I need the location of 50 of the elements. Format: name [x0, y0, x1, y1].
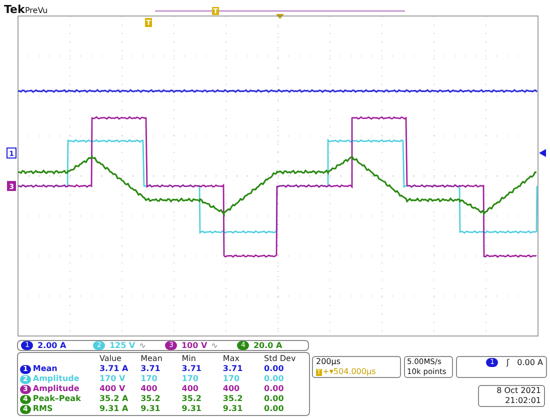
table-cell-text: 400 [222, 384, 241, 394]
table-cell-text: 3.71 [140, 364, 162, 374]
table-cell-text: 9.31 [222, 404, 244, 414]
measurement-type: Peak–Peak [32, 394, 81, 404]
column-header: Min [182, 354, 197, 364]
trigger-level-icon [539, 149, 546, 157]
table-cell-text: 35.2 [140, 394, 162, 404]
measurement-type: Mean [32, 364, 58, 374]
table-cell-text: 3.71 [222, 364, 244, 374]
column-header: Value [99, 354, 122, 364]
channel-scale: 100 V [181, 341, 208, 350]
trigger-level: 0.00 A [517, 358, 543, 368]
table-cell-text: 9.31 A [99, 404, 130, 414]
channel-scale: 125 V [109, 341, 136, 350]
table-cell-text: 170 [140, 374, 158, 384]
table-cell-text: 400 [140, 384, 158, 394]
table-cell-text: 3.71 [182, 364, 202, 374]
table-cell-text: 9.31 [140, 404, 162, 414]
measurement-type: RMS [32, 404, 53, 414]
bandwidth-symbol: ∿ [211, 341, 218, 350]
table-cell-text: 400 [182, 384, 200, 394]
column-header: Max [222, 354, 240, 364]
measurement-type: Amplitude [32, 374, 80, 384]
table-cell-text: 0.00 [264, 394, 285, 404]
table-cell-text: 170 V [99, 374, 126, 384]
channel-scale: 20.0 A [253, 341, 282, 350]
channel-scale: 2.00 A [37, 341, 66, 350]
timebase-scale: 200µs [316, 357, 342, 367]
table-cell-text: 9.31 [182, 404, 202, 414]
bandwidth-symbol: ∿ [139, 341, 146, 350]
table-cell-text: 0.00 [264, 374, 285, 384]
mode-label: PreVu [25, 6, 48, 15]
brand-logo: Tek [4, 3, 25, 16]
table-cell-text: 35.2 [182, 394, 202, 404]
date-text: 8 Oct 2021 [496, 386, 541, 396]
column-header: Mean [140, 354, 164, 364]
measurement-type: Amplitude [32, 384, 80, 394]
table-cell-text: 170 [182, 374, 200, 384]
column-header: Std Dev [264, 354, 297, 364]
table-cell-text: 3.71 A [99, 364, 130, 374]
table-cell-text: 0.00 [264, 384, 285, 394]
table-cell-text: 0.00 [264, 404, 285, 414]
table-cell-text: 35.2 [222, 394, 244, 404]
delay-value: +▾504.000µs [322, 367, 376, 377]
table-cell-text: 0.00 [264, 364, 285, 374]
table-cell-text: 400 V [99, 384, 126, 394]
table-cell-text: 170 [222, 374, 241, 384]
time-text: 21:02:01 [505, 396, 541, 406]
slope-symbol: ʃ [506, 358, 510, 368]
table-cell-text: 35.2 A [99, 394, 130, 404]
